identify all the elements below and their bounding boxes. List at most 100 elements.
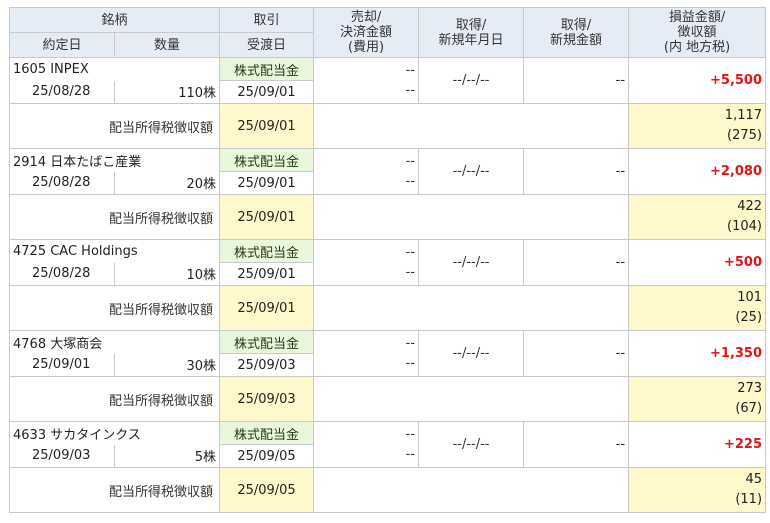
header-acq-date: 取得/ 新規年月日 [418, 7, 525, 58]
tax-row: 配当所得税徴収額 25/09/01 1,117 (275) [8, 103, 767, 149]
tax-label: 配当所得税徴収額 [8, 194, 221, 240]
profit-amount: +1,350 [628, 330, 767, 377]
acquisition-date: --/--/-- [418, 239, 525, 286]
tax-row: 配当所得税徴収額 25/09/01 101 (25) [8, 285, 767, 331]
trade-date: 25/08/28 [9, 171, 115, 195]
header-pnl-line2: 徴収額 [677, 25, 717, 40]
tax-amount: 101 [737, 290, 763, 305]
sale-cost: -- [405, 355, 416, 371]
stock-name[interactable]: 1605 INPEX [8, 57, 221, 81]
stock-name[interactable]: 2914 日本たばこ産業 [8, 148, 221, 172]
header-acq-amount: 取得/ 新規金額 [523, 7, 630, 58]
tax-amount-cell: 422 (104) [628, 194, 767, 240]
acquisition-amount: -- [523, 57, 630, 104]
tax-amount-cell: 101 (25) [628, 285, 767, 331]
tax-amount-cell: 1,117 (275) [628, 103, 767, 149]
profit-amount: +2,080 [628, 148, 767, 195]
tax-amount-cell: 273 (67) [628, 376, 767, 422]
trade-row-top: 1605 INPEX 株式配当金 -- -- --/--/-- -- +5,50… [8, 57, 767, 104]
tax-date: 25/09/01 [219, 285, 315, 331]
settlement-date: 25/09/05 [219, 444, 315, 468]
sale-cost: -- [405, 446, 416, 462]
trade-type-badge: 株式配当金 [219, 57, 315, 81]
header-row-1: 銘柄 取引 売却/ 決済金額 (費用) 取得/ 新規年月日 取得/ 新規金額 損… [8, 7, 767, 58]
trade-type-badge: 株式配当金 [219, 330, 315, 354]
trade-row-top: 4725 CAC Holdings 株式配当金 -- -- --/--/-- -… [8, 239, 767, 286]
tax-label: 配当所得税徴収額 [8, 467, 221, 513]
tax-date: 25/09/05 [219, 467, 315, 513]
sale-cost: -- [405, 264, 416, 280]
header-trade-date: 約定日 [9, 32, 115, 58]
trade-type-badge: 株式配当金 [219, 239, 315, 263]
header-stock: 銘柄 [8, 7, 221, 33]
quantity: 5株 [113, 444, 221, 468]
tax-local-amount: (25) [735, 310, 763, 325]
profit-amount: +5,500 [628, 57, 767, 104]
trade-date: 25/08/28 [9, 262, 115, 286]
sale-amount-cell: -- -- [313, 330, 420, 377]
sale-amount-cell: -- -- [313, 148, 420, 195]
header-acq-date-line1: 取得/ [455, 17, 487, 33]
quantity: 20株 [113, 171, 221, 195]
sale-cost: -- [405, 173, 416, 189]
header-acq-amount-line2: 新規金額 [550, 32, 603, 48]
header-sale-line2: 決済金額 [340, 25, 393, 40]
acquisition-amount: -- [523, 330, 630, 377]
settlement-date: 25/09/03 [219, 353, 315, 377]
quantity: 10株 [113, 262, 221, 286]
tax-date: 25/09/03 [219, 376, 315, 422]
sale-amount: -- [405, 62, 416, 78]
header-quantity: 数量 [113, 32, 221, 58]
header-pnl: 損益金額/ 徴収額 (内 地方税) [628, 7, 767, 58]
sale-amount: -- [405, 335, 416, 351]
trade-row-top: 4768 大塚商会 株式配当金 -- -- --/--/-- -- +1,350 [8, 330, 767, 377]
trade-date: 25/08/28 [9, 80, 115, 104]
tax-amount: 273 [737, 381, 763, 396]
tax-label: 配当所得税徴収額 [8, 376, 221, 422]
tax-row-spacer [313, 467, 630, 513]
sale-amount-cell: -- -- [313, 421, 420, 468]
trade-date: 25/09/01 [9, 353, 115, 377]
tax-row-spacer [313, 285, 630, 331]
sale-cost: -- [405, 82, 416, 98]
header-acq-date-line2: 新規年月日 [438, 32, 504, 48]
sale-amount-cell: -- -- [313, 57, 420, 104]
acquisition-date: --/--/-- [418, 330, 525, 377]
tax-date: 25/09/01 [219, 194, 315, 240]
tax-date: 25/09/01 [219, 103, 315, 149]
tax-row: 配当所得税徴収額 25/09/01 422 (104) [8, 194, 767, 240]
tax-amount: 1,117 [724, 108, 763, 123]
stock-name[interactable]: 4633 サカタインクス [8, 421, 221, 445]
tax-local-amount: (67) [735, 401, 763, 416]
stock-name[interactable]: 4725 CAC Holdings [8, 239, 221, 263]
stock-name[interactable]: 4768 大塚商会 [8, 330, 221, 354]
trade-row-top: 2914 日本たばこ産業 株式配当金 -- -- --/--/-- -- +2,… [8, 148, 767, 195]
profit-amount: +500 [628, 239, 767, 286]
sale-amount: -- [405, 426, 416, 442]
acquisition-amount: -- [523, 148, 630, 195]
tax-row: 配当所得税徴収額 25/09/03 273 (67) [8, 376, 767, 422]
tax-amount-cell: 45 (11) [628, 467, 767, 513]
acquisition-date: --/--/-- [418, 57, 525, 104]
quantity: 110株 [113, 80, 221, 104]
tax-amount: 422 [737, 199, 763, 214]
tax-local-amount: (104) [727, 219, 763, 234]
tax-label: 配当所得税徴収額 [8, 285, 221, 331]
acquisition-date: --/--/-- [418, 148, 525, 195]
sale-amount: -- [405, 244, 416, 260]
tax-local-amount: (11) [735, 492, 763, 507]
header-acq-amount-line1: 取得/ [560, 17, 592, 33]
trade-date: 25/09/03 [9, 444, 115, 468]
trade-type-badge: 株式配当金 [219, 148, 315, 172]
settlement-date: 25/09/01 [219, 80, 315, 104]
sale-amount-cell: -- -- [313, 239, 420, 286]
quantity: 30株 [113, 353, 221, 377]
trade-type-badge: 株式配当金 [219, 421, 315, 445]
tax-row-spacer [313, 376, 630, 422]
header-pnl-line3: (内 地方税) [663, 40, 731, 55]
header-sale-line3: (費用) [347, 40, 385, 55]
header-sale-amount: 売却/ 決済金額 (費用) [313, 7, 420, 58]
tax-row-spacer [313, 194, 630, 240]
sale-amount: -- [405, 153, 416, 169]
acquisition-amount: -- [523, 421, 630, 468]
